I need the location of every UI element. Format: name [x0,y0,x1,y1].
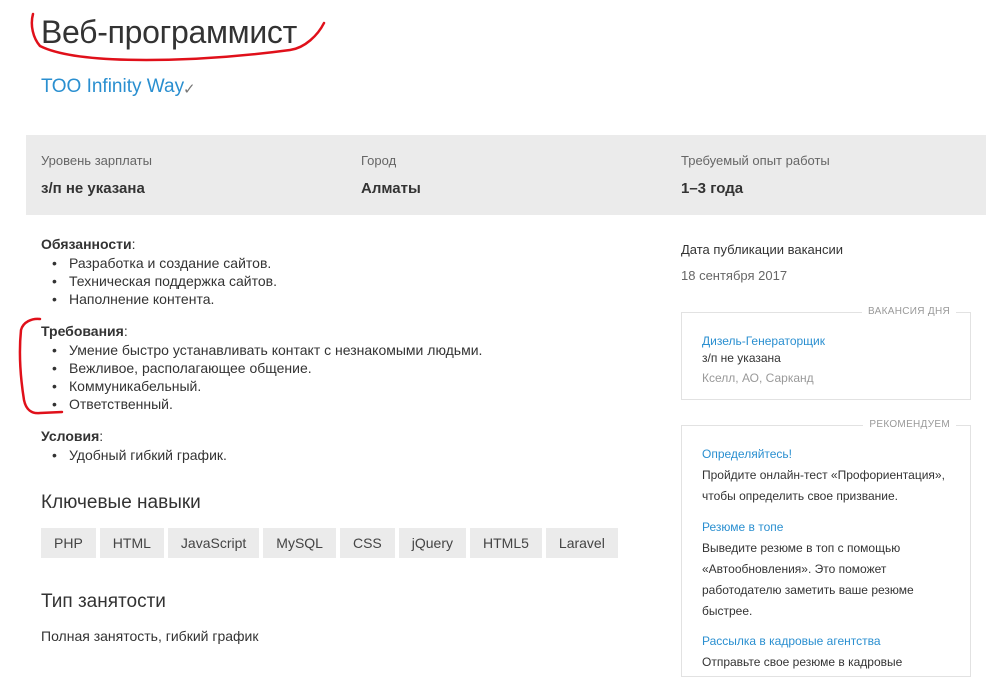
list-item: Техническая поддержка сайтов. [41,272,277,290]
list-item: Умение быстро устанавливать контакт с не… [41,341,482,359]
list-item: Вежливое, располагающее общение. [41,359,482,377]
skills-heading: Ключевые навыки [41,492,201,513]
salary-value: з/п не указана [41,180,145,197]
vacancy-of-day-card: ВАКАНСИЯ ДНЯ Дизель-Генераторщик з/п не … [681,306,971,400]
experience-value: 1–3 года [681,180,744,197]
skill-tag[interactable]: JavaScript [167,528,260,558]
skill-tag[interactable]: HTML5 [470,528,542,558]
vacancy-of-day-salary: з/п не указана [702,351,781,365]
duties-list: Разработка и создание сайтов. Техническа… [41,254,277,308]
publication-date: 18 сентября 2017 [681,268,788,283]
recommend-link[interactable]: Определяйтесь! [702,447,792,461]
skill-tag[interactable]: PHP [41,528,96,558]
recommend-link[interactable]: Рассылка в кадровые агентства [702,634,881,648]
conditions-heading: Условия: [41,428,104,444]
recommend-link[interactable]: Резюме в топе [702,520,783,534]
vacancy-title: Веб-программист [41,14,297,50]
recommend-card: РЕКОМЕНДУЕМ Определяйтесь! Пройдите онла… [681,419,971,677]
vacancy-of-day-company: Кселл, АО, Сарканд [702,371,814,385]
city-value: Алматы [361,180,421,197]
skill-tag[interactable]: jQuery [398,528,466,558]
list-item: Коммуникабельный. [41,377,482,395]
conditions-list: Удобный гибкий график. [41,446,227,464]
skills-list: PHP HTML JavaScript MySQL CSS jQuery HTM… [41,528,618,558]
publication-label: Дата публикации вакансии [681,242,843,257]
list-item: Ответственный. [41,395,482,413]
salary-label: Уровень зарплаты [41,153,152,168]
skill-tag[interactable]: CSS [339,528,395,558]
requirements-list: Умение быстро устанавливать контакт с не… [41,341,482,413]
vacancy-of-day-tag: ВАКАНСИЯ ДНЯ [862,306,956,317]
list-item: Наполнение контента. [41,290,277,308]
skill-tag[interactable]: Laravel [545,528,618,558]
skill-tag[interactable]: MySQL [263,528,336,558]
vacancy-of-day-link[interactable]: Дизель-Генераторщик [702,334,825,348]
experience-label: Требуемый опыт работы [681,153,830,168]
requirements-heading: Требования: [41,323,128,339]
employment-heading: Тип занятости [41,591,166,612]
duties-heading: Обязанности: [41,236,136,252]
recommend-text: Пройдите онлайн-тест «Профориентация», ч… [702,468,945,503]
city-label: Город [361,153,397,168]
recommend-tag: РЕКОМЕНДУЕМ [863,419,956,430]
list-item: Удобный гибкий график. [41,446,227,464]
vacancy-info-bar: Уровень зарплаты з/п не указана Город Ал… [26,135,986,215]
list-item: Разработка и создание сайтов. [41,254,277,272]
skill-tag[interactable]: HTML [99,528,164,558]
recommend-text: Выведите резюме в топ с помощью «Автообн… [702,541,914,618]
check-icon: ✓ [183,81,196,98]
employment-value: Полная занятость, гибкий график [41,628,259,644]
company-link[interactable]: ТОО Infinity Way [41,76,184,98]
